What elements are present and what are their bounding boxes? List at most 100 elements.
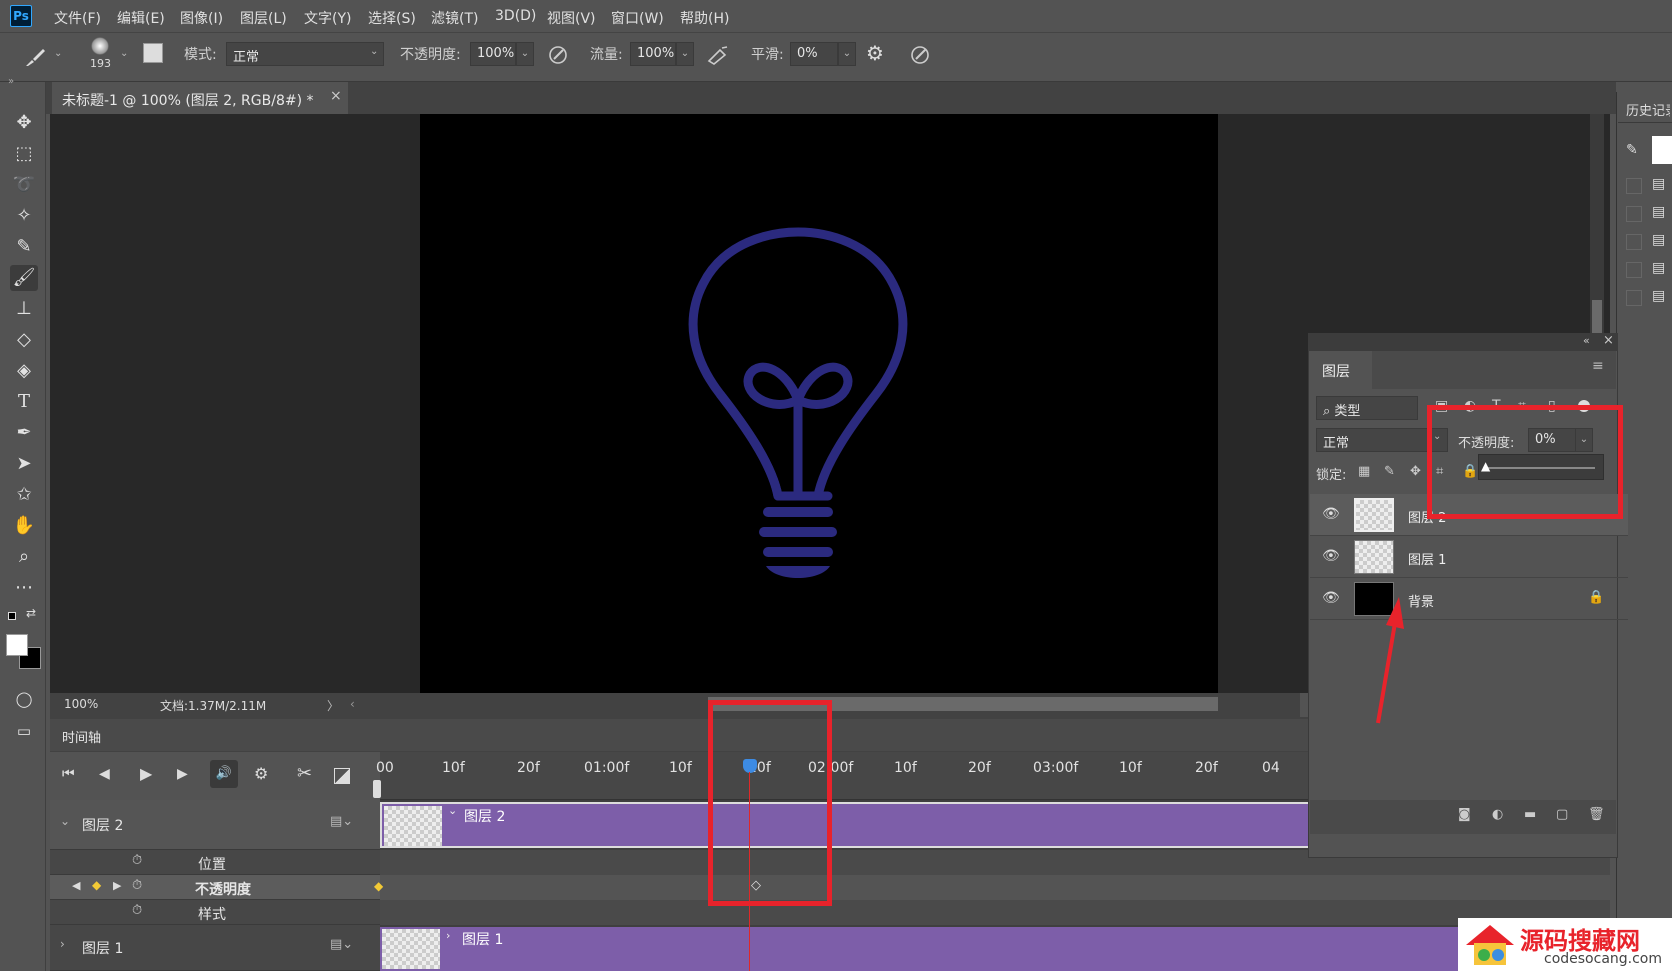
screen-mode-icon[interactable]: ▭	[10, 718, 38, 744]
chevron-right-icon[interactable]: ›	[60, 937, 65, 951]
keyframe-diamond-icon[interactable]: ◆	[92, 878, 101, 892]
track-property-style[interactable]: ⏱ 样式	[50, 900, 380, 925]
move-tool-icon[interactable]: ✥	[10, 110, 38, 136]
history-checkbox[interactable]	[1626, 178, 1642, 194]
track-property-opacity[interactable]: ◀ ◆ ▶ ⏱ 不透明度	[50, 875, 380, 900]
menu-filter[interactable]: 滤镜(T)	[431, 8, 478, 28]
marquee-tool-icon[interactable]: ⬚	[10, 141, 38, 167]
menu-window[interactable]: 窗口(W)	[611, 8, 664, 28]
menu-edit[interactable]: 编辑(E)	[117, 8, 165, 28]
collapse-icon[interactable]: »	[8, 76, 14, 87]
panel-title-bar[interactable]	[1308, 333, 1618, 351]
layer-filter-select[interactable]: ⌕ 类型	[1316, 396, 1418, 420]
adjustment-layer-icon[interactable]: ◐	[1492, 807, 1503, 822]
flow-input[interactable]: 100%	[630, 42, 676, 66]
close-icon[interactable]: ×	[1603, 333, 1614, 348]
menu-view[interactable]: 视图(V)	[547, 8, 596, 28]
swap-colors-icon[interactable]: ⇄	[26, 606, 36, 620]
eye-icon[interactable]: 👁	[1322, 590, 1340, 606]
menu-image[interactable]: 图像(I)	[180, 8, 223, 28]
new-layer-icon[interactable]: ▢	[1556, 807, 1568, 822]
eyedropper-icon[interactable]: ✎	[10, 234, 38, 260]
play-icon[interactable]: ▶	[140, 764, 152, 783]
stopwatch-icon[interactable]: ⏱	[132, 853, 142, 868]
history-panel-title[interactable]: 历史记录	[1626, 100, 1670, 119]
smooth-input[interactable]: 0%	[790, 42, 838, 66]
lasso-tool-icon[interactable]: ➰	[10, 172, 38, 198]
chevron-down-icon[interactable]: ⌄	[60, 814, 70, 828]
zoom-tool-icon[interactable]: ⌕	[10, 544, 38, 570]
foreground-color-swatch[interactable]	[6, 634, 28, 656]
eye-icon[interactable]: 👁	[1322, 506, 1340, 522]
track-property-position[interactable]: ⏱ 位置	[50, 850, 380, 875]
gear-icon[interactable]: ⚙	[254, 764, 268, 783]
mode-select[interactable]: 正常	[226, 42, 384, 66]
eraser-tool-icon[interactable]: ◇	[10, 327, 38, 353]
work-area-start-handle[interactable]	[373, 780, 381, 798]
previous-frame-icon[interactable]: ◀	[99, 766, 110, 782]
scissors-icon[interactable]: ✂	[297, 763, 312, 784]
menu-help[interactable]: 帮助(H)	[680, 8, 729, 28]
zoom-level[interactable]: 100%	[64, 697, 98, 711]
magic-wand-icon[interactable]: ✧	[10, 203, 38, 229]
shape-tool-icon[interactable]: ✩	[10, 482, 38, 508]
menu-3d[interactable]: 3D(D)	[495, 8, 536, 24]
lock-pixels-icon[interactable]: ✎	[1384, 464, 1395, 479]
doc-info[interactable]: 文档:1.37M/2.11M	[160, 697, 266, 714]
next-frame-icon[interactable]: ▶	[177, 766, 188, 782]
film-icon[interactable]: ▤⌄	[330, 814, 353, 829]
keyframe-diamond-icon[interactable]: ◆	[374, 879, 383, 893]
default-colors-icon[interactable]	[8, 612, 16, 620]
transition-icon[interactable]	[334, 768, 350, 784]
layers-tab[interactable]: 图层	[1310, 351, 1372, 389]
collapse-icon[interactable]: «	[1583, 334, 1590, 347]
more-tools-icon[interactable]: ⋯	[10, 575, 38, 601]
brush-tool-icon[interactable]	[22, 44, 48, 70]
delete-layer-icon[interactable]: 🗑	[1588, 807, 1605, 822]
history-checkbox[interactable]	[1626, 234, 1642, 250]
new-group-icon[interactable]: ▬	[1524, 807, 1536, 822]
history-checkbox[interactable]	[1626, 262, 1642, 278]
snapshot-thumbnail[interactable]	[1652, 136, 1672, 164]
layer-row-layer1[interactable]: 👁 图层 1	[1310, 536, 1628, 578]
document-canvas[interactable]	[420, 114, 1218, 693]
pressure-opacity-icon[interactable]	[547, 44, 569, 66]
gear-icon[interactable]: ⚙	[866, 41, 884, 65]
brush-tool-icon[interactable]: 🖌	[10, 265, 38, 291]
panel-menu-icon[interactable]: ≡	[1592, 358, 1604, 374]
menu-type[interactable]: 文字(Y)	[304, 8, 351, 28]
pressure-size-icon[interactable]	[908, 43, 932, 67]
previous-keyframe-icon[interactable]: ◀	[72, 879, 80, 892]
history-checkbox[interactable]	[1626, 290, 1642, 306]
chevron-right-icon[interactable]: 〉	[327, 697, 339, 714]
film-icon[interactable]: ▤⌄	[330, 937, 353, 952]
layer-row-background[interactable]: 👁 背景 🔒	[1310, 578, 1628, 620]
chevron-down-icon[interactable]: ⌄	[838, 42, 856, 66]
track-header-layer1[interactable]: › 图层 1 ▤⌄	[50, 925, 380, 971]
next-keyframe-icon[interactable]: ▶	[113, 879, 121, 892]
chevron-down-icon[interactable]: ⌄	[516, 42, 534, 66]
menu-file[interactable]: 文件(F)	[54, 8, 101, 28]
opacity-lane[interactable]	[380, 875, 1610, 900]
stopwatch-icon[interactable]: ⏱	[132, 903, 142, 918]
pen-tool-icon[interactable]: ✒	[10, 420, 38, 446]
menu-layer[interactable]: 图层(L)	[240, 8, 287, 28]
add-mask-icon[interactable]: ◙	[1458, 807, 1471, 822]
lock-position-icon[interactable]: ✥	[1410, 464, 1421, 479]
timeline-title[interactable]: 时间轴	[62, 727, 101, 746]
track-header-layer2[interactable]: ⌄ 图层 2 ▤⌄	[50, 800, 380, 850]
type-tool-icon[interactable]: T	[10, 389, 38, 415]
audio-icon[interactable]: 🔊	[210, 760, 238, 788]
stopwatch-icon[interactable]: ⏱	[132, 878, 142, 893]
hand-tool-icon[interactable]: ✋	[10, 513, 38, 539]
eye-icon[interactable]: 👁	[1322, 548, 1340, 564]
close-icon[interactable]: ×	[330, 88, 342, 104]
stamp-tool-icon[interactable]: ⊥	[10, 296, 38, 322]
brush-preset-icon[interactable]	[91, 37, 109, 55]
chevron-left-icon[interactable]: ‹	[350, 697, 355, 711]
paint-bucket-icon[interactable]: ◈	[10, 358, 38, 384]
chevron-down-icon[interactable]: ⌄	[54, 48, 62, 59]
chevron-down-icon[interactable]: ⌄	[120, 48, 128, 59]
history-checkbox[interactable]	[1626, 206, 1642, 222]
quick-mask-icon[interactable]: ◯	[10, 686, 38, 712]
